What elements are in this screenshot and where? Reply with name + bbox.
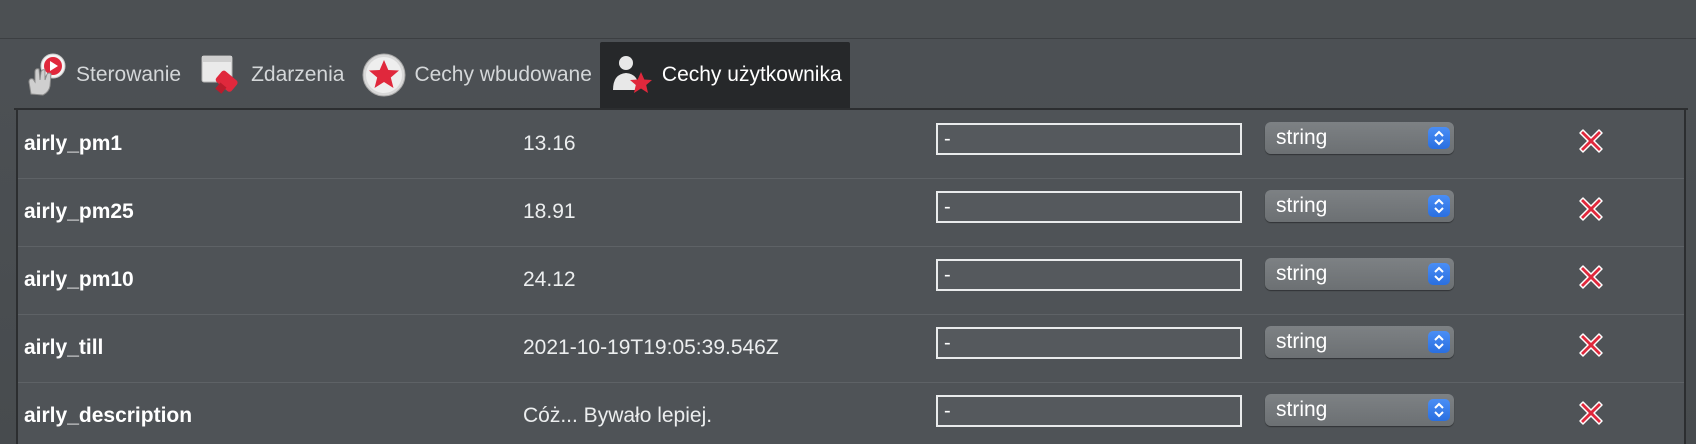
chevron-updown-icon [1428, 331, 1450, 353]
feature-name: airly_pm25 [24, 200, 134, 223]
feature-alias-input[interactable] [936, 395, 1242, 427]
type-select-value: string [1276, 330, 1328, 353]
events-pin-icon [197, 51, 245, 99]
feature-value: 18.91 [523, 200, 576, 223]
feature-name: airly_till [24, 336, 104, 359]
user-features-table: airly_pm1 13.16 string airly_pm25 18.91 … [16, 110, 1686, 444]
feature-value: 2021-10-19T19:05:39.546Z [523, 336, 779, 359]
feature-name: airly_description [24, 404, 193, 427]
delete-row-icon[interactable] [1574, 124, 1608, 158]
type-select-value: string [1276, 194, 1328, 217]
type-select[interactable]: string [1265, 326, 1454, 358]
tab-zdarzenia-label: Zdarzenia [251, 63, 345, 86]
feature-value: 24.12 [523, 268, 576, 291]
chevron-updown-icon [1428, 399, 1450, 421]
feature-value: Cóż... Bywało lepiej. [523, 404, 713, 427]
tab-cechy-wbudowane-label: Cechy wbudowane [414, 63, 592, 86]
feature-value: 13.16 [523, 132, 576, 155]
tab-cechy-uzytkownika-label: Cechy użytkownika [661, 63, 842, 86]
feature-name: airly_pm1 [24, 132, 123, 155]
delete-row-icon[interactable] [1574, 328, 1608, 362]
tab-sterowanie[interactable]: Sterowanie [14, 42, 189, 108]
feature-alias-input[interactable] [936, 327, 1242, 359]
delete-row-icon[interactable] [1574, 396, 1608, 430]
tab-zdarzenia[interactable]: Zdarzenia [189, 42, 352, 108]
table-row: airly_pm25 18.91 string [18, 178, 1684, 247]
type-select-value: string [1276, 398, 1328, 421]
feature-name: airly_pm10 [24, 268, 134, 291]
user-star-icon [608, 51, 656, 99]
tab-bar: Sterowanie Zdarzenia Cechy wbudowane Cec… [14, 42, 850, 108]
app-window: Sterowanie Zdarzenia Cechy wbudowane Cec… [0, 0, 1696, 444]
type-select-value: string [1276, 262, 1328, 285]
table-row: airly_till 2021-10-19T19:05:39.546Z stri… [18, 314, 1684, 383]
table-row: airly_description Cóż... Bywało lepiej. … [18, 382, 1684, 444]
type-select-value: string [1276, 126, 1328, 149]
table-row: airly_pm10 24.12 string [18, 246, 1684, 315]
chevron-updown-icon [1428, 195, 1450, 217]
type-select[interactable]: string [1265, 258, 1454, 290]
tab-cechy-uzytkownika[interactable]: Cechy użytkownika [599, 42, 850, 108]
chevron-updown-icon [1428, 263, 1450, 285]
tab-sterowanie-label: Sterowanie [76, 63, 182, 86]
type-select[interactable]: string [1265, 190, 1454, 222]
builtin-star-icon [360, 51, 408, 99]
type-select[interactable]: string [1265, 394, 1454, 426]
tab-cechy-wbudowane[interactable]: Cechy wbudowane [352, 42, 599, 108]
table-row: airly_pm1 13.16 string [18, 110, 1684, 179]
chevron-updown-icon [1428, 127, 1450, 149]
toolbar-strip [0, 0, 1696, 39]
feature-alias-input[interactable] [936, 191, 1242, 223]
touch-control-icon [22, 51, 70, 99]
feature-alias-input[interactable] [936, 259, 1242, 291]
delete-row-icon[interactable] [1574, 260, 1608, 294]
feature-alias-input[interactable] [936, 123, 1242, 155]
delete-row-icon[interactable] [1574, 192, 1608, 226]
type-select[interactable]: string [1265, 122, 1454, 154]
